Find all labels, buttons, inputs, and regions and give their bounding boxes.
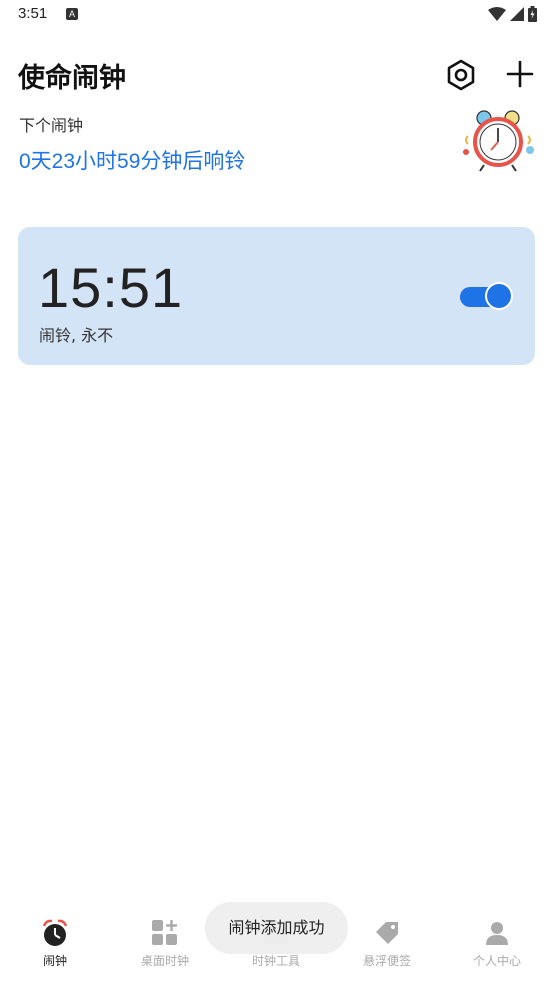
alarm-time: 15:51 [38,256,184,319]
user-icon [486,922,508,945]
status-time: 3:51 [18,5,48,22]
toggle-thumb [485,282,513,310]
toast-message: 闹钟添加成功 [205,902,348,954]
nav-label-alarm: 闹钟 [42,954,67,968]
nav-item-alarm[interactable]: 闹钟 [0,918,110,969]
alarm-clock-illustration [458,108,538,174]
alarm-description: 闹铃, 永不 [39,326,114,345]
settings-icon [447,59,475,91]
alarm-clock-icon [42,919,68,946]
alarm-item[interactable]: 15:51 闹铃, 永不 [18,227,535,365]
next-alarm-countdown: 0天23小时59分钟后响铃 [19,150,246,173]
next-alarm-label: 下个闹钟 [19,116,84,135]
page-title: 使命闹钟 [18,63,126,94]
signal-icon [510,7,524,21]
alarm-enable-toggle[interactable] [460,281,516,311]
add-alarm-button[interactable] [505,59,535,89]
tag-icon [376,922,398,944]
nav-item-desktop-clock[interactable]: 桌面时钟 [110,918,220,969]
nav-item-sticky-notes[interactable]: 悬浮便签 [332,918,442,969]
nav-label-clock-tools: 时钟工具 [251,954,300,968]
notification-a-icon: A [66,8,78,20]
nav-label-sticky-notes: 悬浮便签 [362,954,411,968]
nav-label-desktop-clock: 桌面时钟 [140,954,189,968]
nav-item-profile[interactable]: 个人中心 [442,918,552,969]
wifi-icon [488,7,506,21]
status-bar: 3:51 A [0,0,553,32]
widget-add-icon [152,920,177,945]
battery-icon [528,6,537,22]
status-icons [488,6,537,22]
settings-button[interactable] [444,58,478,92]
nav-label-profile: 个人中心 [472,954,521,968]
plus-icon [506,60,534,88]
